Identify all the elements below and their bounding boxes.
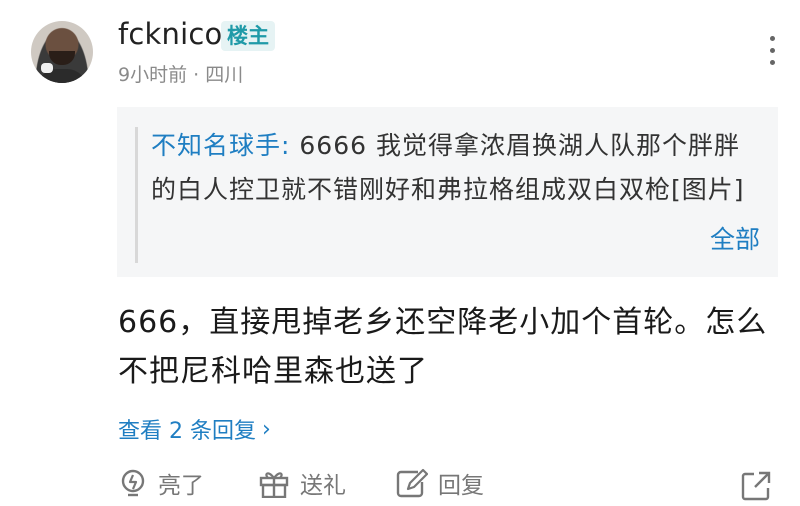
lightbulb-icon (121, 469, 145, 497)
action-bar: 亮了 送礼 回复 (118, 466, 788, 503)
gift-icon (259, 472, 289, 498)
avatar-hand (41, 63, 53, 73)
chevron-right-icon: › (261, 416, 271, 442)
share-button[interactable] (740, 470, 772, 506)
light-label: 亮了 (158, 473, 204, 499)
view-replies-label: 查看 2 条回复 (118, 419, 256, 444)
quote-bar (135, 127, 138, 263)
meta-separator: · (193, 64, 200, 86)
username[interactable]: fcknico (118, 17, 222, 51)
light-button[interactable]: 亮了 (118, 466, 204, 500)
post-location: 四川 (205, 64, 244, 86)
quoted-comment[interactable]: 不知名球手: 6666 我觉得拿浓眉换湖人队那个胖胖的白人控卫就不错刚好和弗拉格… (117, 107, 778, 277)
op-badge: 楼主 (221, 21, 275, 51)
edit-reply-icon (396, 468, 428, 498)
quote-expand-link[interactable]: 全部 (710, 220, 760, 256)
share-icon (741, 471, 771, 501)
more-vertical-icon[interactable] (762, 36, 782, 70)
post-meta: 9小时前 · 四川 (118, 60, 243, 87)
avatar[interactable] (31, 21, 93, 83)
reply-text: 666，直接甩掉老乡还空降老小加个首轮。怎么不把尼科哈里森也送了 (118, 305, 768, 389)
reply-label: 回复 (438, 473, 484, 499)
gift-label: 送礼 (300, 473, 346, 499)
quote-author[interactable]: 不知名球手: (151, 131, 290, 160)
reply-button[interactable]: 回复 (396, 466, 484, 500)
post-time: 9小时前 (118, 64, 188, 86)
avatar-beard (49, 51, 75, 65)
view-replies-link[interactable]: 查看 2 条回复 › (118, 413, 271, 445)
gift-button[interactable]: 送礼 (258, 466, 346, 500)
quote-text: 不知名球手: 6666 我觉得拿浓眉换湖人队那个胖胖的白人控卫就不错刚好和弗拉格… (151, 124, 751, 212)
